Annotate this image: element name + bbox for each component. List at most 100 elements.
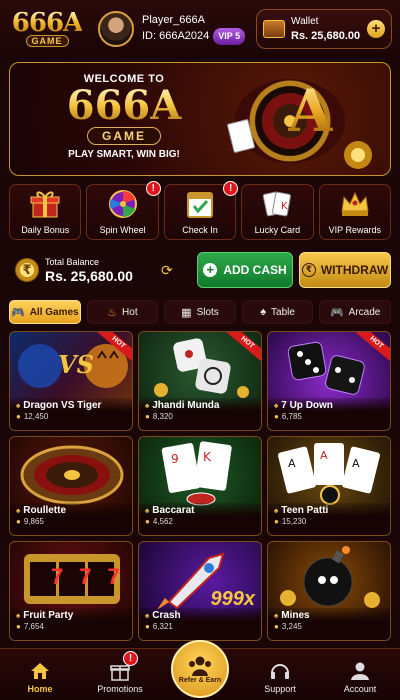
quick-check-in[interactable]: Check In !: [163, 181, 239, 240]
tab-hot[interactable]: ♨ Hot: [86, 300, 159, 324]
game-card-roullette[interactable]: ♠ Roullette ● 9,865: [9, 436, 133, 536]
tab-arcade[interactable]: 🎮 Arcade: [319, 300, 391, 324]
nav-label: Support: [264, 684, 296, 694]
spade-icon: ♠: [274, 401, 279, 410]
notification-badge: !: [145, 181, 161, 196]
spade-icon: ♠: [16, 506, 21, 515]
vip-badge: VIP 5: [213, 28, 246, 45]
nav-label: Account: [343, 684, 377, 694]
game-name: Teen Patti: [281, 505, 329, 516]
balance-bar: ₹ Total Balance Rs. 25,680.00 ⟳ + ADD CA…: [9, 250, 391, 290]
player-count: 4,562: [152, 517, 173, 526]
user-icon: ●: [145, 412, 150, 421]
quick-vip-rewards[interactable]: VIP Rewards: [318, 184, 392, 240]
cards-icon: K: [263, 191, 292, 217]
nav-support[interactable]: Support: [240, 649, 320, 700]
game-card-7-up-down[interactable]: HOT ♠ 7 Up Down ● 6,785: [267, 331, 391, 431]
bomb-icon: [280, 546, 380, 608]
player-count: 15,230: [281, 517, 307, 526]
player-count: 6,321: [152, 622, 173, 631]
wallet-label: Wallet: [291, 15, 319, 27]
calendar-check-icon: [187, 192, 214, 218]
tab-table[interactable]: ♠ Table: [241, 300, 314, 324]
spade-icon: ♠: [145, 611, 150, 620]
game-name: Baccarat: [152, 505, 195, 516]
nav-promotions[interactable]: Promotions !: [80, 649, 160, 700]
nav-account[interactable]: Account: [320, 649, 400, 700]
tab-slots[interactable]: ▦ Slots: [164, 300, 236, 324]
welcome-banner[interactable]: A WELCOME TO 666A GAME PLAY SMART, WIN B…: [9, 62, 391, 176]
user-icon: ●: [145, 622, 150, 631]
player-name: Player_666A: [142, 14, 205, 26]
home-icon: [31, 663, 49, 679]
logo-subtitle: GAME: [25, 35, 69, 47]
add-cash-label: ADD CASH: [223, 263, 287, 277]
add-funds-button[interactable]: +: [367, 20, 385, 38]
game-card-fruit-party[interactable]: 777 ♠ Fruit Party ● 7,654: [9, 541, 133, 641]
rupee-icon: ₹: [301, 263, 316, 277]
game-card-mines[interactable]: ♠ Mines ● 3,245: [267, 541, 391, 641]
game-card-baccarat[interactable]: 9K ♠ Baccarat ● 4,562: [138, 436, 262, 536]
game-name: Crash: [152, 610, 181, 621]
quick-label: VIP Rewards: [328, 225, 381, 235]
withdraw-button[interactable]: ₹ WITHDRAW: [299, 252, 391, 288]
quick-label: Lucky Card: [254, 225, 301, 235]
spade-icon: ♠: [16, 611, 21, 620]
slot-777-text: 777: [51, 564, 133, 589]
game-card-jhandi-munda[interactable]: HOT ♠ Jhandi Munda ● 8,320: [138, 331, 262, 431]
banner-game-pill: GAME: [87, 127, 161, 145]
spade-icon: ♠: [260, 306, 267, 318]
gold-coin-icon: [344, 141, 372, 169]
gamepad-icon: 🎮: [329, 306, 344, 319]
user-icon: ●: [274, 622, 279, 631]
banner-tagline: PLAY SMART, WIN BIG!: [68, 149, 180, 160]
slot-icon: ▦: [181, 306, 192, 319]
user-icon: ●: [16, 412, 21, 421]
nav-home[interactable]: Home: [0, 649, 80, 700]
player-count: 7,654: [23, 622, 44, 631]
tab-all-games[interactable]: 🎮 All Games: [9, 300, 81, 324]
game-name: Jhandi Munda: [152, 400, 220, 411]
quick-label: Check In: [182, 225, 218, 235]
game-name: Fruit Party: [23, 610, 74, 621]
spade-icon: ♠: [274, 611, 279, 620]
banner-a-letter: A: [288, 77, 334, 145]
add-cash-button[interactable]: + ADD CASH: [197, 252, 293, 288]
wallet-box[interactable]: Wallet Rs. 25,680.00 +: [256, 9, 392, 49]
avatar[interactable]: [98, 11, 134, 47]
game-name: Roullette: [23, 505, 67, 516]
game-card-teen-patti[interactable]: A A A ♠ Teen Patti ● 15,230: [267, 436, 391, 536]
crown-icon: [341, 191, 369, 216]
quick-spin-wheel[interactable]: Spin Wheel !: [86, 181, 161, 240]
logo-title: 666A: [11, 8, 83, 38]
player-count: 6,785: [281, 412, 302, 421]
withdraw-label: WITHDRAW: [320, 263, 389, 277]
refer-earn-button[interactable]: Refer & Earn: [171, 640, 229, 698]
roulette-wheel-icon: [20, 445, 124, 505]
game-card-dragon-vs-tiger[interactable]: VS HOT ♠ Dragon VS Tiger ● 12,450: [9, 331, 133, 431]
player-info[interactable]: Player_666A ID: 666A2024 VIP 5: [142, 13, 246, 45]
wallet-icon: [263, 20, 285, 38]
headset-icon: [271, 664, 289, 679]
refresh-icon[interactable]: ⟳: [161, 262, 179, 279]
plus-icon: +: [203, 263, 218, 277]
wheel-icon: [108, 190, 137, 218]
balance-amount: Rs. 25,680.00: [45, 268, 133, 284]
quick-lucky-card[interactable]: K Lucky Card: [241, 184, 314, 240]
app-logo[interactable]: 666A GAME: [8, 7, 86, 51]
tab-label: Table: [271, 306, 295, 318]
svg-text:9: 9: [171, 452, 179, 466]
flame-icon: ♨: [107, 306, 118, 319]
refer-label: Refer & Earn: [178, 676, 222, 684]
coin-icon: ₹: [15, 258, 39, 282]
game-name: 7 Up Down: [281, 400, 333, 411]
spade-icon: ♠: [16, 401, 21, 410]
users-icon: [189, 656, 211, 676]
tab-label: Slots: [196, 306, 219, 318]
quick-daily-bonus[interactable]: Daily Bonus: [9, 184, 82, 240]
gamepad-icon: 🎮: [10, 306, 25, 319]
svg-text:K: K: [203, 450, 212, 464]
user-icon: ●: [274, 517, 279, 526]
nav-label: Home: [27, 684, 53, 694]
game-card-crash[interactable]: 999x ♠ Crash ● 6,321: [138, 541, 262, 641]
